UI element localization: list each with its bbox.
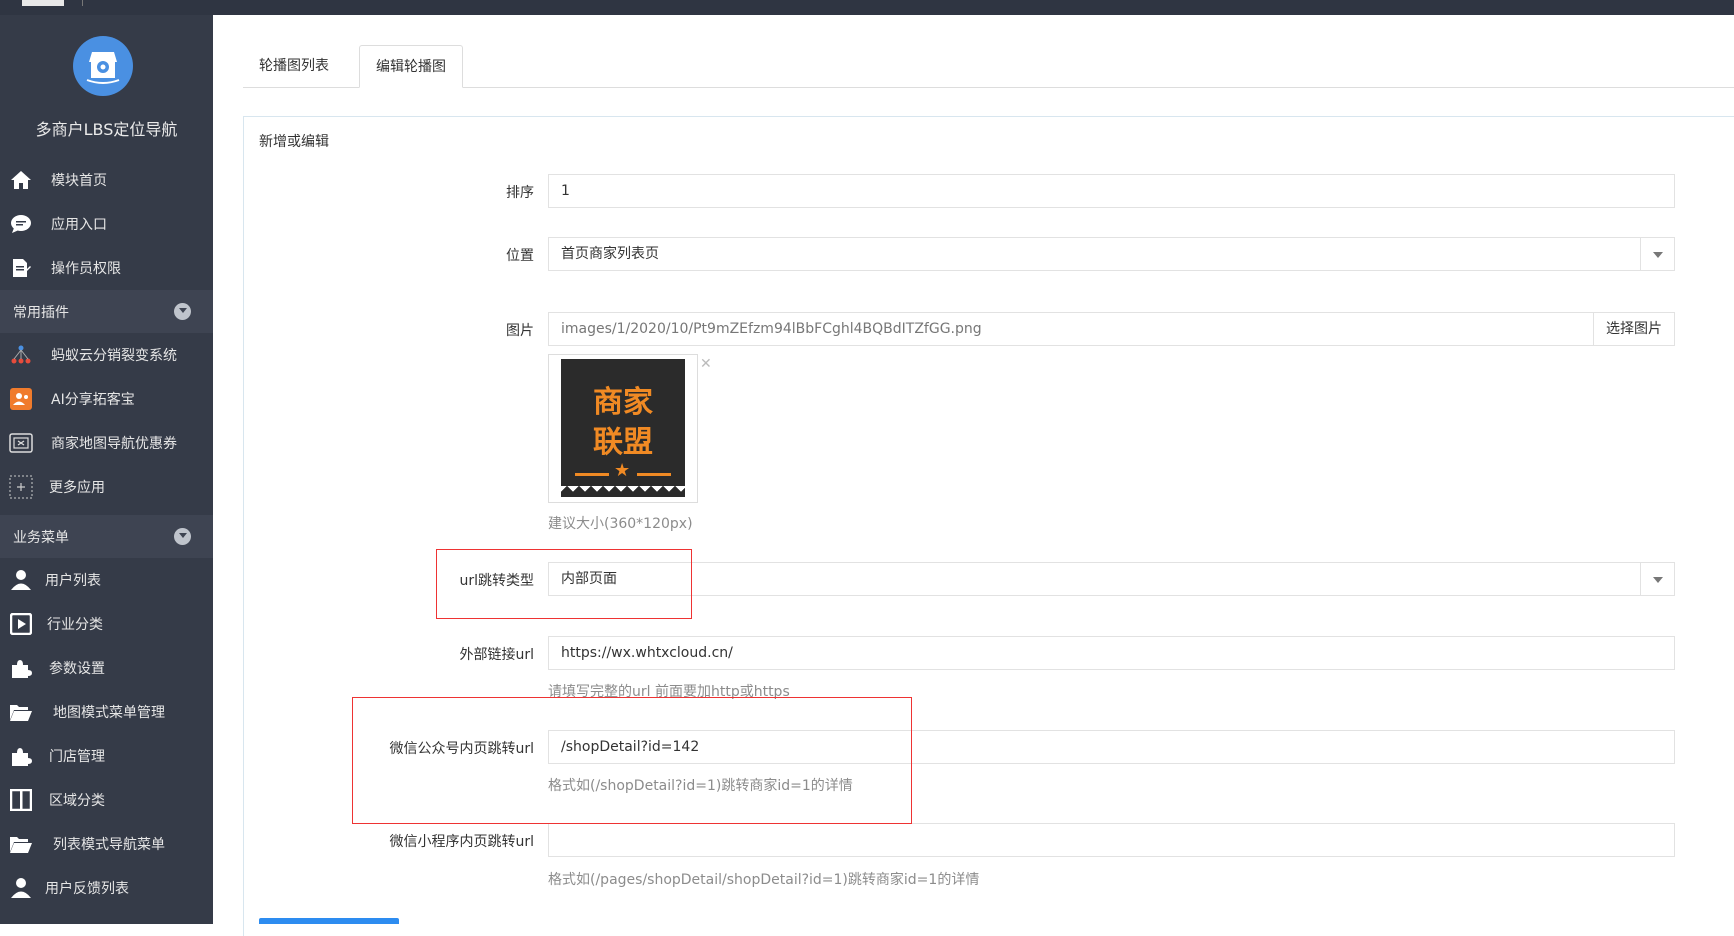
position-label: 位置 [506, 248, 534, 264]
url-type-select[interactable]: 内部页面 [548, 562, 1675, 596]
position-select-value: 首页商家列表页 [561, 246, 659, 262]
user-icon [9, 877, 33, 899]
store-location-logo-icon [73, 36, 133, 96]
chevron-down-icon [1640, 563, 1674, 595]
choose-image-button[interactable]: 选择图片 [1593, 313, 1674, 345]
sort-label: 排序 [506, 185, 534, 201]
share-user-icon [9, 388, 33, 410]
sidebar-item-map-menu[interactable]: 地图模式菜单管理 [0, 690, 213, 734]
image-label: 图片 [506, 323, 534, 339]
sidebar-item-label: 应用入口 [51, 217, 107, 233]
plus-box-icon [9, 475, 33, 499]
sidebar-brand-title: 多商户LBS定位导航 [35, 120, 178, 139]
remove-image-icon[interactable]: ✕ [700, 356, 712, 372]
sidebar-item-label: 列表模式导航菜单 [53, 837, 165, 853]
tab-banner-list[interactable]: 轮播图列表 [243, 45, 345, 88]
sidebar-item-merchant-coupon[interactable]: 商家地图导航优惠券 [0, 421, 213, 465]
sidebar-item-user-list[interactable]: 用户列表 [0, 558, 213, 602]
sidebar-item-more-apps[interactable]: 更多应用 [0, 465, 213, 509]
coupon-icon [9, 432, 33, 454]
position-select[interactable]: 首页商家列表页 [548, 237, 1675, 271]
sidebar-item-label: 操作员权限 [51, 261, 121, 277]
network-icon [9, 344, 33, 366]
sidebar-item-store-management[interactable]: 门店管理 [0, 734, 213, 778]
sidebar-item-label: AI分享拓客宝 [51, 392, 135, 408]
external-url-input[interactable]: https://wx.whtxcloud.cn/ [548, 636, 1675, 670]
image-size-hint: 建议大小(360*120px) [548, 516, 693, 532]
sidebar-item-industry-category[interactable]: 行业分类 [0, 602, 213, 646]
document-edit-icon [9, 257, 33, 279]
user-icon [9, 569, 33, 591]
merchant-alliance-image: 商家 联盟 ★ [561, 359, 685, 498]
chevron-down-icon [1640, 238, 1674, 270]
play-square-icon [9, 613, 33, 635]
sidebar-item-ant-cloud-distribution[interactable]: 蚂蚁云分销裂变系统 [0, 333, 213, 377]
sidebar-item-operator-permissions[interactable]: 操作员权限 [0, 246, 213, 290]
image-art-stripe [575, 473, 609, 476]
star-icon: ★ [614, 460, 631, 481]
sidebar-item-label: 行业分类 [47, 617, 103, 633]
image-preview: 商家 联盟 ★ [548, 354, 698, 503]
sidebar-brand: 多商户LBS定位导航 [0, 15, 213, 158]
sidebar-item-label: 区域分类 [49, 793, 105, 809]
sidebar-item-module-home[interactable]: 模块首页 [0, 158, 213, 202]
sidebar-item-label: 更多应用 [49, 480, 105, 496]
sidebar-item-user-feedback[interactable]: 用户反馈列表 [0, 866, 213, 910]
sort-input[interactable]: 1 [548, 174, 1675, 208]
sidebar-group-plugins[interactable]: 常用插件 [0, 290, 213, 333]
columns-icon [9, 789, 33, 811]
highlight-box-wechat-url [352, 697, 912, 824]
image-path-value: images/1/2020/10/Pt9mZEfzm94lBbFCghl4BQB… [561, 321, 982, 337]
top-divider [82, 0, 83, 6]
sidebar-group-business[interactable]: 业务菜单 [0, 515, 213, 558]
miniprogram-url-input[interactable] [548, 823, 1675, 857]
sidebar-item-label: 参数设置 [49, 661, 105, 677]
panel-title: 新增或编辑 [259, 134, 329, 150]
puzzle-icon [9, 745, 33, 767]
sidebar-item-list-nav-menu[interactable]: 列表模式导航菜单 [0, 822, 213, 866]
top-logo [22, 0, 64, 6]
highlight-box-url-type [436, 549, 692, 619]
folder-open-icon [9, 833, 33, 855]
home-icon [9, 169, 33, 191]
miniprogram-url-hint: 格式如(/pages/shopDetail/shopDetail?id=1)跳转… [548, 872, 980, 888]
sidebar-item-ai-share[interactable]: AI分享拓客宝 [0, 377, 213, 421]
image-art-stripe [637, 473, 671, 476]
sidebar-item-label: 蚂蚁云分销裂变系统 [51, 348, 177, 364]
sidebar-item-label: 用户列表 [45, 573, 101, 589]
puzzle-icon [9, 657, 33, 679]
image-art-zigzag [561, 486, 685, 498]
sidebar-item-label: 地图模式菜单管理 [53, 705, 165, 721]
top-bar [0, 0, 1734, 15]
sidebar-item-region-category[interactable]: 区域分类 [0, 778, 213, 822]
external-url-label: 外部链接url [459, 647, 534, 663]
chevron-down-icon [174, 528, 191, 545]
sidebar-group-label: 常用插件 [13, 304, 69, 321]
tab-edit-banner[interactable]: 编辑轮播图 [359, 45, 463, 88]
sidebar: 多商户LBS定位导航 模块首页 应用入口 操作员权限 常用插件 蚂蚁云分销裂变系… [0, 15, 213, 924]
folder-open-icon [9, 701, 33, 723]
tab-bar: 轮播图列表 编辑轮播图 [243, 45, 1734, 88]
sidebar-item-label: 门店管理 [49, 749, 105, 765]
sidebar-item-app-entry[interactable]: 应用入口 [0, 202, 213, 246]
image-art-line2: 联盟 [593, 425, 653, 460]
sidebar-item-label: 用户反馈列表 [45, 881, 129, 897]
sidebar-group-label: 业务菜单 [13, 529, 69, 546]
sidebar-item-label: 商家地图导航优惠券 [51, 436, 177, 452]
submit-button[interactable] [259, 918, 399, 924]
chat-icon [9, 213, 33, 235]
miniprogram-url-label: 微信小程序内页跳转url [389, 834, 534, 850]
image-path-input[interactable]: images/1/2020/10/Pt9mZEfzm94lBbFCghl4BQB… [548, 312, 1675, 346]
sidebar-item-param-settings[interactable]: 参数设置 [0, 646, 213, 690]
chevron-down-icon [174, 303, 191, 320]
image-art-line1: 商家 [593, 385, 653, 420]
sidebar-item-label: 模块首页 [51, 173, 107, 189]
